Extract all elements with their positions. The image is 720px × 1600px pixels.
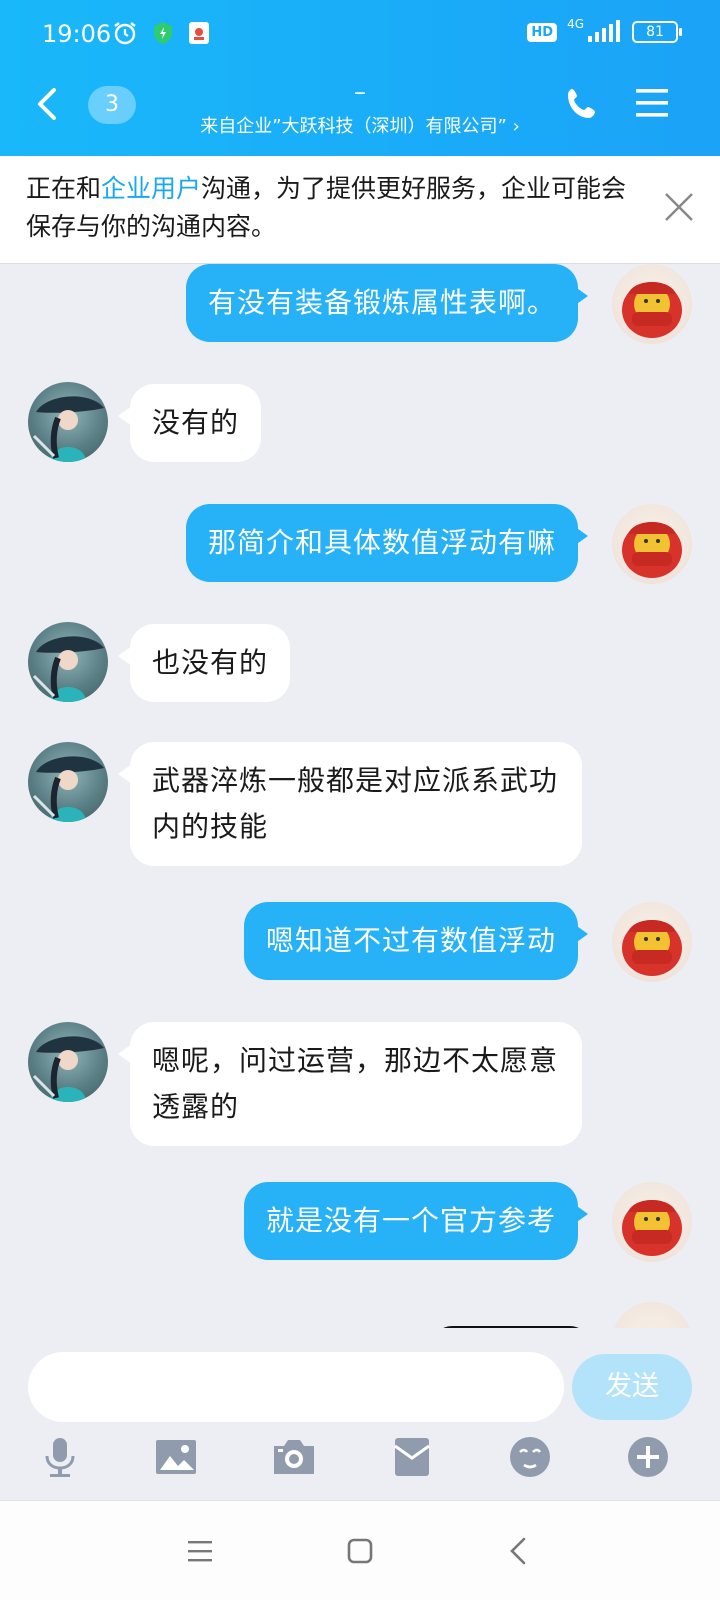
menu-icon[interactable] bbox=[634, 86, 670, 120]
send-button[interactable]: 发送 bbox=[572, 1354, 692, 1420]
signal-icon bbox=[588, 20, 620, 42]
camera-icon[interactable] bbox=[272, 1436, 316, 1478]
message-bubble-mine[interactable]: 就是没有一个官方参考 bbox=[243, 1182, 589, 1260]
app-notification-icon bbox=[189, 22, 209, 44]
my-avatar[interactable] bbox=[612, 902, 692, 982]
battery-indicator: 81 bbox=[632, 21, 682, 43]
message-bubble-contact[interactable]: 嗯呢，问过运营，那边不太愿意透露的 bbox=[118, 1022, 582, 1146]
message-bubble-mine[interactable]: 嗯知道不过有数值浮动 bbox=[243, 902, 589, 980]
message-bubble-contact[interactable]: 武器淬炼一般都是对应派系武功内的技能 bbox=[118, 742, 582, 866]
system-navigation-bar bbox=[0, 1500, 720, 1600]
red-packet-icon[interactable] bbox=[390, 1436, 434, 1478]
composer-bar: 发送 bbox=[0, 1328, 720, 1478]
my-avatar[interactable] bbox=[612, 1182, 692, 1262]
chat-subtitle[interactable]: 来自企业”大跃科技（深圳）有限公司” › bbox=[170, 112, 550, 138]
avatar-red-hood-icon bbox=[622, 1200, 682, 1256]
alarm-icon bbox=[114, 22, 136, 45]
phone-call-icon[interactable] bbox=[564, 86, 600, 122]
avatar-red-hood-icon bbox=[622, 282, 682, 338]
back-icon[interactable] bbox=[500, 1531, 540, 1571]
status-right-icons: HD 4G 81 bbox=[527, 17, 682, 44]
close-icon[interactable] bbox=[662, 190, 696, 224]
composer-toolbar bbox=[0, 1436, 720, 1480]
privacy-notice-banner: 正在和企业用户沟通，为了提供更好服务，企业可能会保存与你的沟通内容。 bbox=[0, 156, 720, 264]
avatar-swordsman-icon bbox=[32, 396, 104, 462]
avatar-red-hood-icon bbox=[622, 522, 682, 578]
my-avatar-partial[interactable] bbox=[612, 1302, 692, 1328]
message-input[interactable] bbox=[28, 1352, 564, 1422]
message-bubble-contact[interactable]: 没有的 bbox=[117, 384, 262, 462]
avatar-swordsman-icon bbox=[32, 756, 104, 822]
microphone-icon[interactable] bbox=[38, 1436, 82, 1478]
message-bubble-mine[interactable]: 那简介和具体数值浮动有嘛 bbox=[185, 504, 589, 582]
image-icon[interactable] bbox=[154, 1436, 198, 1478]
my-avatar[interactable] bbox=[612, 504, 692, 584]
emoji-icon[interactable] bbox=[508, 1436, 552, 1478]
status-left-icons bbox=[112, 20, 210, 46]
back-arrow-icon[interactable] bbox=[30, 84, 66, 124]
unread-count-badge[interactable]: 3 bbox=[88, 86, 136, 124]
network-type: 4G bbox=[567, 17, 584, 31]
notice-prefix: 正在和 bbox=[26, 174, 102, 203]
chat-title-area[interactable]: – 来自企业”大跃科技（深圳）有限公司” › bbox=[170, 78, 550, 138]
avatar-red-hood-icon bbox=[622, 920, 682, 976]
contact-avatar[interactable] bbox=[28, 382, 108, 462]
hd-badge: HD bbox=[527, 22, 558, 42]
contact-avatar[interactable] bbox=[28, 742, 108, 822]
recent-apps-menu-icon[interactable] bbox=[180, 1531, 220, 1571]
chat-header: 19:06 HD 4G 81 3 – 来自企业”大跃科技（深圳）有限公司” › bbox=[0, 0, 720, 156]
my-avatar[interactable] bbox=[612, 264, 692, 344]
notice-text: 正在和企业用户沟通，为了提供更好服务，企业可能会保存与你的沟通内容。 bbox=[26, 170, 646, 246]
status-time: 19:06 bbox=[42, 20, 112, 48]
message-bubble-contact[interactable]: 也没有的 bbox=[117, 624, 291, 702]
plus-icon[interactable] bbox=[626, 1436, 670, 1478]
status-bar: 19:06 HD 4G 81 bbox=[42, 16, 682, 52]
message-list[interactable]: 有没有装备锻炼属性表啊。 没有的 那简介和具体数值浮动有嘛 也没有的 武器淬炼一… bbox=[0, 264, 720, 1328]
chat-title: – bbox=[354, 78, 366, 106]
avatar-swordsman-icon bbox=[32, 636, 104, 702]
security-shield-icon bbox=[154, 22, 172, 44]
message-bubble-mine[interactable]: 有没有装备锻炼属性表啊。 bbox=[185, 264, 589, 342]
home-icon[interactable] bbox=[340, 1531, 380, 1571]
avatar-swordsman-icon bbox=[32, 1036, 104, 1102]
notice-highlight-link[interactable]: 企业用户 bbox=[101, 174, 201, 203]
contact-avatar[interactable] bbox=[28, 622, 108, 702]
contact-avatar[interactable] bbox=[28, 1022, 108, 1102]
